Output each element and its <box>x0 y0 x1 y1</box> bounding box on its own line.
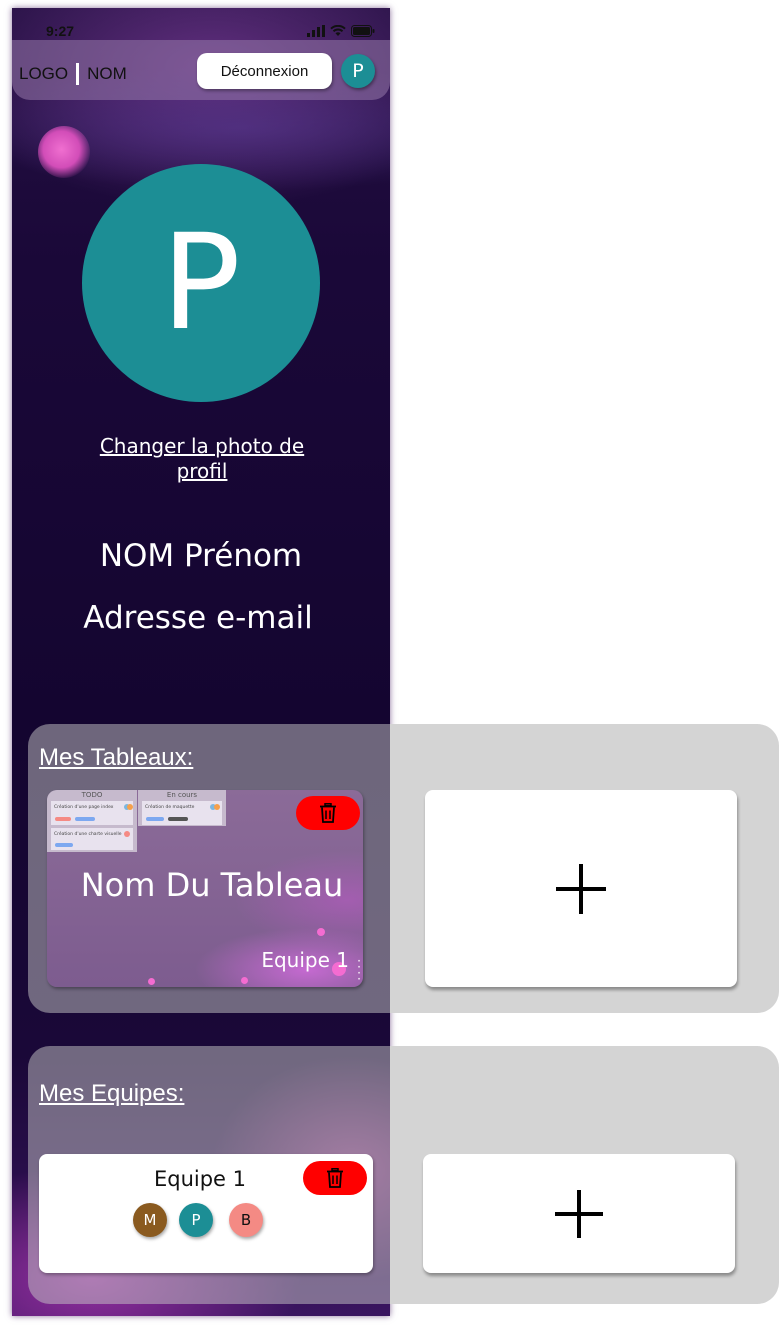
brand: LOGO NOM <box>19 63 127 85</box>
delete-team-button[interactable] <box>303 1161 367 1195</box>
preview-card-2: Création d'une charte visuelle <box>54 830 122 837</box>
header-avatar[interactable]: P <box>341 54 375 88</box>
board-name: Nom Du Tableau <box>80 866 344 904</box>
app-name: NOM <box>87 64 127 83</box>
plus-icon <box>555 1189 603 1238</box>
change-photo-link[interactable]: Changer la photo de profil <box>72 434 332 484</box>
preview-column-en-cours: En cours <box>167 791 198 799</box>
trash-icon <box>327 1168 343 1188</box>
preview-column-todo: TODO <box>81 791 103 799</box>
member-avatar: M <box>133 1203 167 1237</box>
decorative-blob <box>38 126 90 178</box>
battery-icon <box>351 25 375 37</box>
member-avatar: P <box>179 1203 213 1237</box>
profile-avatar: P <box>82 164 320 402</box>
preview-card-3: Création de maquette <box>145 803 195 810</box>
wifi-icon <box>330 25 346 36</box>
boards-section-title: Mes Tableaux: <box>39 744 194 771</box>
status-time: 9:27 <box>46 23 75 39</box>
trash-icon <box>320 803 336 823</box>
decorative-dot <box>317 928 325 936</box>
add-board-button[interactable] <box>425 790 737 987</box>
user-full-name: NOM Prénom <box>99 538 303 574</box>
more-options-icon[interactable]: · · · · <box>357 955 361 985</box>
logo[interactable]: LOGO <box>19 64 68 84</box>
top-bar: LOGO NOM Déconnexion P <box>12 40 390 100</box>
board-team: Equipe 1 <box>261 948 349 972</box>
member-avatar: B <box>229 1203 263 1237</box>
plus-icon <box>556 863 606 914</box>
brand-separator <box>76 63 80 85</box>
signal-icon <box>307 25 325 37</box>
add-team-button[interactable] <box>423 1154 735 1273</box>
preview-card-1: Création d'une page index <box>54 803 114 810</box>
decorative-dot <box>241 977 248 984</box>
board-preview: TODO En cours Création d'une page index … <box>47 790 226 852</box>
teams-section-title: Mes Equipes: <box>39 1080 185 1107</box>
delete-board-button[interactable] <box>296 796 360 830</box>
decorative-dot <box>148 978 155 985</box>
user-email: Adresse e-mail <box>83 600 313 636</box>
status-icons <box>307 25 375 37</box>
logout-button[interactable]: Déconnexion <box>197 53 332 89</box>
